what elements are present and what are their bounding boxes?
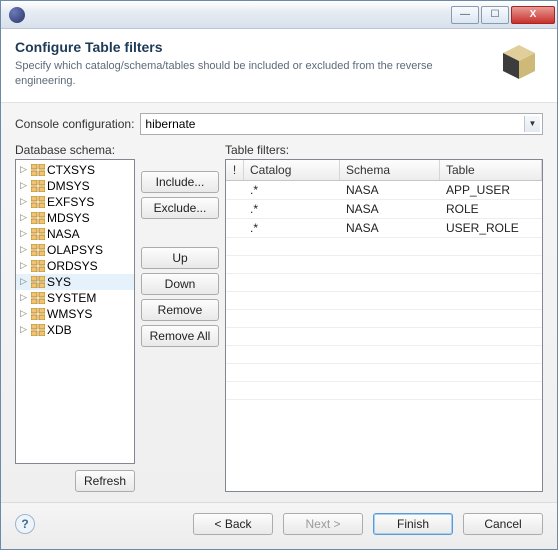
grid-header: ! Catalog Schema Table xyxy=(226,160,542,181)
hibernate-cube-icon xyxy=(497,41,541,85)
schema-item-label: MDSYS xyxy=(47,211,90,225)
schema-item-label: WMSYS xyxy=(47,307,92,321)
cell-bang xyxy=(226,219,244,237)
table-row[interactable]: .*NASAAPP_USER xyxy=(226,181,542,200)
console-label: Console configuration: xyxy=(15,117,134,131)
chevron-down-icon: ▼ xyxy=(524,116,540,132)
col-catalog[interactable]: Catalog xyxy=(244,160,340,180)
dialog-header: Configure Table filters Specify which ca… xyxy=(1,29,557,103)
down-button[interactable]: Down xyxy=(141,273,219,295)
schema-item[interactable]: ▷ ORDSYS xyxy=(16,258,134,274)
col-bang[interactable]: ! xyxy=(226,160,244,180)
cancel-button[interactable]: Cancel xyxy=(463,513,543,535)
include-button[interactable]: Include... xyxy=(141,171,219,193)
refresh-button[interactable]: Refresh xyxy=(75,470,135,492)
cell-schema: NASA xyxy=(340,200,440,218)
dialog-window: — ☐ X Configure Table filters Specify wh… xyxy=(0,0,558,550)
schema-tree[interactable]: ▷CTXSYS▷DMSYS▷EXFSYS▷MDSYS▷NASA▷OLAPSYS▷… xyxy=(15,159,135,464)
dialog-title: Configure Table filters xyxy=(15,39,543,55)
filter-buttons-column: Include... Exclude... Up Down Remove Rem… xyxy=(141,143,219,492)
maximize-button[interactable]: ☐ xyxy=(481,6,509,24)
schema-column: Database schema: ▷ CTXSYS ▷ DMSYS ▷ EXFSYS ▷ MD… xyxy=(15,143,135,492)
schema-item[interactable]: ▷ MDSYS xyxy=(16,210,134,226)
schema-item[interactable]: ▷ XDB xyxy=(16,322,134,338)
cell-bang xyxy=(226,181,244,199)
expander-icon[interactable]: ▷ xyxy=(18,292,29,303)
expander-icon[interactable]: ▷ xyxy=(18,180,29,191)
cell-schema: NASA xyxy=(340,181,440,199)
dialog-footer: ? < Back Next > Finish Cancel xyxy=(1,502,557,549)
remove-all-button[interactable]: Remove All xyxy=(141,325,219,347)
remove-button[interactable]: Remove xyxy=(141,299,219,321)
back-button[interactable]: < Back xyxy=(193,513,273,535)
schema-item[interactable]: ▷ WMSYS xyxy=(16,306,134,322)
expander-icon[interactable]: ▷ xyxy=(18,244,29,255)
console-row: Console configuration: hibernate ▼ xyxy=(15,113,543,135)
schema-item[interactable]: ▷ CTXSYS xyxy=(16,162,134,178)
expander-icon[interactable]: ▷ xyxy=(18,212,29,223)
expander-icon[interactable]: ▷ xyxy=(18,324,29,335)
schema-item-label: ORDSYS xyxy=(47,259,98,273)
schema-item-label: OLAPSYS xyxy=(47,243,103,257)
help-icon[interactable]: ? xyxy=(15,514,35,534)
schema-item-label: SYSTEM xyxy=(47,291,96,305)
cell-table: APP_USER xyxy=(440,181,542,199)
next-button[interactable]: Next > xyxy=(283,513,363,535)
finish-button[interactable]: Finish xyxy=(373,513,453,535)
schema-item-label: NASA xyxy=(47,227,80,241)
schema-label: Database schema: xyxy=(15,143,135,157)
cell-bang xyxy=(226,200,244,218)
expander-icon[interactable]: ▷ xyxy=(18,228,29,239)
expander-icon[interactable]: ▷ xyxy=(18,276,29,287)
schema-item[interactable]: ▷ SYS xyxy=(16,274,134,290)
close-button[interactable]: X xyxy=(511,6,555,24)
console-combo[interactable]: hibernate ▼ xyxy=(140,113,543,135)
window-controls: — ☐ X xyxy=(451,6,555,24)
main-area: Database schema: ▷ CTXSYS ▷ DMSYS ▷ EXFSYS ▷ MD… xyxy=(15,143,543,492)
expander-icon[interactable]: ▷ xyxy=(18,308,29,319)
filters-label: Table filters: xyxy=(225,143,543,157)
expander-icon[interactable]: ▷ xyxy=(18,260,29,271)
minimize-button[interactable]: — xyxy=(451,6,479,24)
app-icon xyxy=(9,7,25,23)
cell-schema: NASA xyxy=(340,219,440,237)
dialog-body: Console configuration: hibernate ▼ Datab… xyxy=(1,103,557,502)
console-value: hibernate xyxy=(145,117,195,131)
col-table[interactable]: Table xyxy=(440,160,542,180)
filters-grid[interactable]: ! Catalog Schema Table .*NASAAPP_USER.*N… xyxy=(225,159,543,492)
schema-item[interactable]: ▷ EXFSYS xyxy=(16,194,134,210)
window-titlebar: — ☐ X xyxy=(1,1,557,29)
schema-item[interactable]: ▷ DMSYS xyxy=(16,178,134,194)
cell-catalog: .* xyxy=(244,219,340,237)
schema-item[interactable]: ▷ OLAPSYS xyxy=(16,242,134,258)
schema-item-label: SYS xyxy=(47,275,71,289)
schema-item[interactable]: ▷ NASA xyxy=(16,226,134,242)
table-row[interactable]: .*NASAROLE xyxy=(226,200,542,219)
schema-item-label: CTXSYS xyxy=(47,163,95,177)
grid-body: .*NASAAPP_USER.*NASAROLE.*NASAUSER_ROLE xyxy=(226,181,542,491)
exclude-button[interactable]: Exclude... xyxy=(141,197,219,219)
cell-catalog: .* xyxy=(244,200,340,218)
col-schema[interactable]: Schema xyxy=(340,160,440,180)
table-row[interactable]: .*NASAUSER_ROLE xyxy=(226,219,542,238)
dialog-subtitle: Specify which catalog/schema/tables shou… xyxy=(15,59,435,90)
up-button[interactable]: Up xyxy=(141,247,219,269)
schema-item-label: XDB xyxy=(47,323,72,337)
schema-item-label: EXFSYS xyxy=(47,195,94,209)
schema-item[interactable]: ▷ SYSTEM xyxy=(16,290,134,306)
schema-item-label: DMSYS xyxy=(47,179,90,193)
cell-table: ROLE xyxy=(440,200,542,218)
expander-icon[interactable]: ▷ xyxy=(18,164,29,175)
filters-column: Table filters: ! Catalog Schema Table .*… xyxy=(225,143,543,492)
expander-icon[interactable]: ▷ xyxy=(18,196,29,207)
cell-table: USER_ROLE xyxy=(440,219,542,237)
cell-catalog: .* xyxy=(244,181,340,199)
